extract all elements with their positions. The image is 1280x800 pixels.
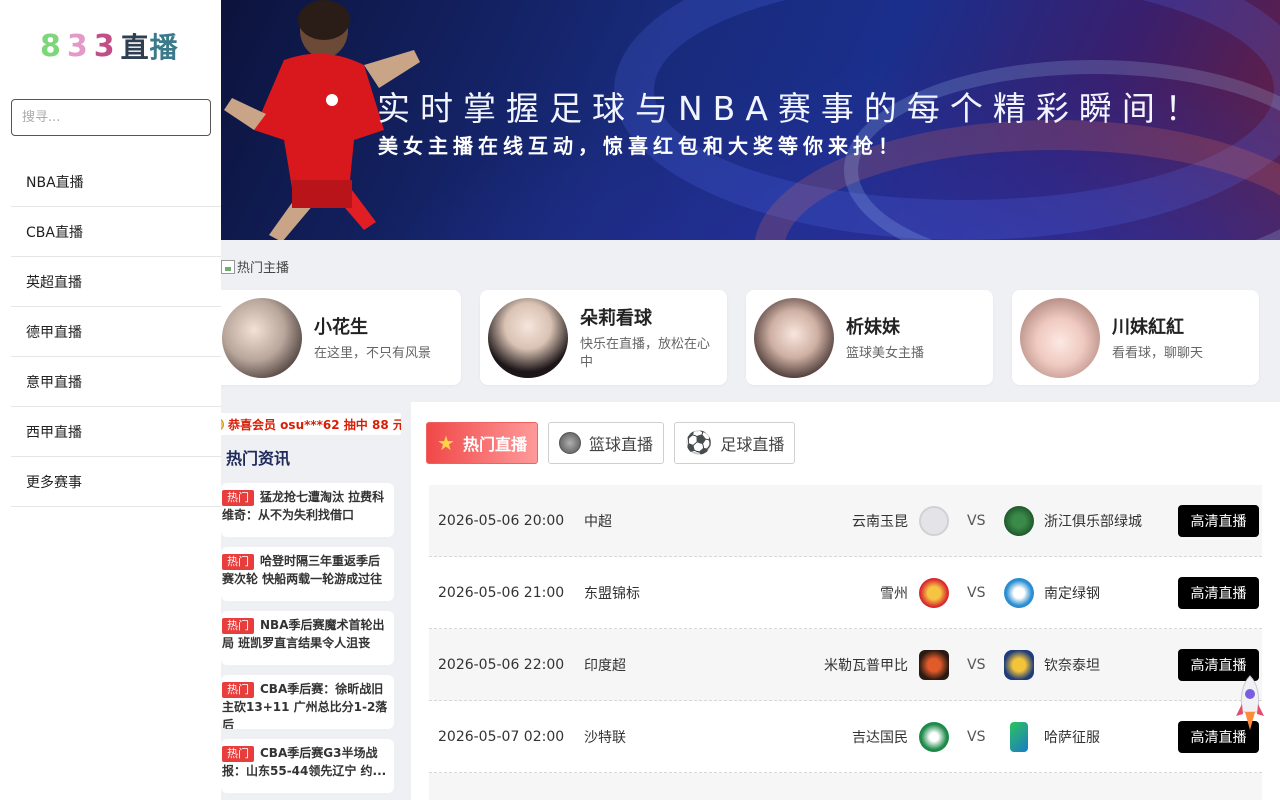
hd-live-button[interactable]: 高清直播 (1178, 576, 1259, 609)
news-column: 恭喜会员 osu***62 抽中 88 元 热门资讯 热门 猛龙抢七遭淘汰 拉费科… (211, 402, 401, 800)
streamer-desc: 看看球，聊聊天 (1112, 345, 1204, 361)
match-time: 2026-05-06 21:00 (438, 584, 565, 601)
schedule-panel: ★ 热门直播 篮球直播 ⚽ 足球直播 2026-05-06 20:00 中超 云… (411, 402, 1280, 800)
banner-subtitle: 美女主播在线互动，惊喜红包和大奖等你来抢！ (378, 134, 903, 158)
hot-tag: 热门 (222, 682, 254, 698)
football-icon: ⚽ (684, 430, 713, 456)
match-time: 2026-05-06 22:00 (438, 656, 565, 673)
match-time: 2026-05-06 20:00 (438, 512, 565, 529)
match-row: 2026-05-06 21:00 东盟锦标 雪州 VS 南定绿钢 高清直播 (429, 557, 1262, 629)
team-logo (919, 505, 949, 536)
news-item[interactable]: 热门 哈登时隔三年重返季后赛次轮 快船两载一轮游成过往 (221, 547, 394, 601)
streamer-avatar (1020, 297, 1100, 378)
vs-label: VS (967, 584, 986, 601)
streamer-card[interactable]: 析妹妹 篮球美女主播 (746, 290, 993, 385)
team-logo (919, 577, 949, 608)
back-to-top-rocket-icon[interactable] (1234, 674, 1266, 734)
away-team: 钦奈泰坦 (1044, 657, 1100, 674)
streamer-name: 川妹紅紅 (1112, 316, 1184, 338)
match-list: 2026-05-06 20:00 中超 云南玉昆 VS 浙江俱乐部绿城 高清直播… (429, 485, 1262, 800)
streamer-avatar (222, 297, 302, 378)
hero-banner: 实时掌握足球与NBA赛事的每个精彩瞬间！ 美女主播在线互动，惊喜红包和大奖等你来… (194, 0, 1280, 240)
sidebar-item-nba[interactable]: NBA直播 (11, 157, 221, 207)
away-team: 南定绿钢 (1044, 585, 1100, 602)
match-row: 2026-05-06 22:00 印度超 米勒瓦普甲比 VS 钦奈泰坦 高清直播 (429, 629, 1262, 701)
news-item[interactable]: 热门 CBA季后赛：徐昕战旧主砍13+11 广州总比分1-2落后 (221, 675, 394, 729)
home-team: 米勒瓦普甲比 (824, 657, 908, 674)
sidebar-nav: NBA直播 CBA直播 英超直播 德甲直播 意甲直播 西甲直播 更多赛事 (11, 157, 221, 507)
streamer-avatar (754, 297, 834, 378)
match-league[interactable]: 中超 (584, 511, 612, 531)
streamer-desc: 快乐在直播，放松在心中 (580, 336, 711, 370)
vs-label: VS (967, 512, 986, 529)
streamer-cards: 小花生 在这里，不只有风景 朵莉看球 快乐在直播，放松在心中 析妹妹 篮球美女主… (214, 290, 1259, 385)
sidebar-item-serie-a[interactable]: 意甲直播 (11, 357, 221, 407)
match-row: 2026-05-06 20:00 中超 云南玉昆 VS 浙江俱乐部绿城 高清直播 (429, 485, 1262, 557)
banner-title: 实时掌握足球与NBA赛事的每个精彩瞬间！ (377, 89, 1208, 128)
team-logo (1004, 649, 1034, 680)
team-logo (1004, 505, 1034, 536)
news-item[interactable]: 热门 NBA季后赛魔术首轮出局 班凯罗直言结果令人沮丧 (221, 611, 394, 665)
search-input[interactable] (11, 99, 211, 136)
news-item[interactable]: 热门 猛龙抢七遭淘汰 拉费科维奇：从不为失利找借口 (221, 483, 394, 537)
schedule-tabs: ★ 热门直播 篮球直播 ⚽ 足球直播 (426, 422, 796, 464)
tab-basketball-live[interactable]: 篮球直播 (547, 422, 664, 464)
away-team: 浙江俱乐部绿城 (1044, 513, 1142, 530)
vs-label: VS (967, 728, 986, 745)
hot-tag: 热门 (222, 746, 254, 762)
logo-digit: 3 (66, 28, 88, 64)
match-league[interactable]: 印度超 (584, 655, 626, 675)
site-logo[interactable]: 8 3 3 直播 (40, 26, 179, 66)
match-time: 2026-05-07 02:00 (438, 728, 565, 745)
streamer-name: 朵莉看球 (580, 307, 652, 329)
streamer-desc: 篮球美女主播 (846, 345, 925, 361)
streamer-name: 小花生 (314, 316, 368, 338)
hot-streamers-label: 热门主播 (221, 257, 289, 276)
hot-tag: 热门 (222, 618, 254, 634)
streamer-card[interactable]: 朵莉看球 快乐在直播，放松在心中 (480, 290, 727, 385)
match-row (429, 773, 1262, 800)
away-team: 哈萨征服 (1044, 729, 1100, 746)
sidebar: 8 3 3 直播 NBA直播 CBA直播 英超直播 德甲直播 意甲直播 西甲直播… (0, 0, 221, 800)
broken-image-icon (221, 259, 235, 274)
sidebar-item-premier-league[interactable]: 英超直播 (11, 257, 221, 307)
sidebar-item-bundesliga[interactable]: 德甲直播 (11, 307, 221, 357)
logo-digit: 3 (93, 28, 115, 64)
match-league[interactable]: 东盟锦标 (584, 583, 640, 603)
match-row: 2026-05-07 02:00 沙特联 吉达国民 VS 哈萨征服 高清直播 (429, 701, 1262, 773)
hot-tag: 热门 (222, 554, 254, 570)
streamer-card[interactable]: 川妹紅紅 看看球，聊聊天 (1012, 290, 1259, 385)
news-header: 热门资讯 (211, 445, 401, 469)
star-icon: ★ (437, 431, 455, 455)
news-list: 热门 猛龙抢七遭淘汰 拉费科维奇：从不为失利找借口 热门 哈登时隔三年重返季后赛次轮… (211, 483, 401, 793)
news-item[interactable]: 热门 CBA季后赛G3半场战报：山东55-44领先辽宁 约... (221, 739, 394, 793)
team-logo (919, 721, 949, 752)
sidebar-item-la-liga[interactable]: 西甲直播 (11, 407, 221, 457)
tab-hot-live[interactable]: ★ 热门直播 (426, 422, 538, 464)
home-team: 雪州 (880, 585, 908, 602)
team-logo (1004, 577, 1034, 608)
prize-ticker: 恭喜会员 osu***62 抽中 88 元 (211, 413, 401, 435)
logo-text: 直播 (120, 31, 179, 64)
streamer-desc: 在这里，不只有风景 (314, 345, 432, 361)
team-logo (1010, 721, 1028, 752)
streamer-card[interactable]: 小花生 在这里，不只有风景 (214, 290, 461, 385)
vs-label: VS (967, 656, 986, 673)
tab-football-live[interactable]: ⚽ 足球直播 (673, 422, 796, 464)
streamer-avatar (488, 297, 568, 378)
home-team: 吉达国民 (852, 729, 908, 746)
hot-tag: 热门 (222, 490, 254, 506)
streamer-name: 析妹妹 (846, 316, 900, 338)
match-league[interactable]: 沙特联 (584, 727, 626, 747)
team-logo (919, 649, 949, 680)
home-team: 云南玉昆 (852, 513, 908, 530)
logo-digit: 8 (40, 28, 61, 64)
hd-live-button[interactable]: 高清直播 (1178, 504, 1259, 537)
sidebar-item-more-events[interactable]: 更多赛事 (11, 457, 221, 507)
basketball-icon (558, 432, 581, 454)
sidebar-item-cba[interactable]: CBA直播 (11, 207, 221, 257)
